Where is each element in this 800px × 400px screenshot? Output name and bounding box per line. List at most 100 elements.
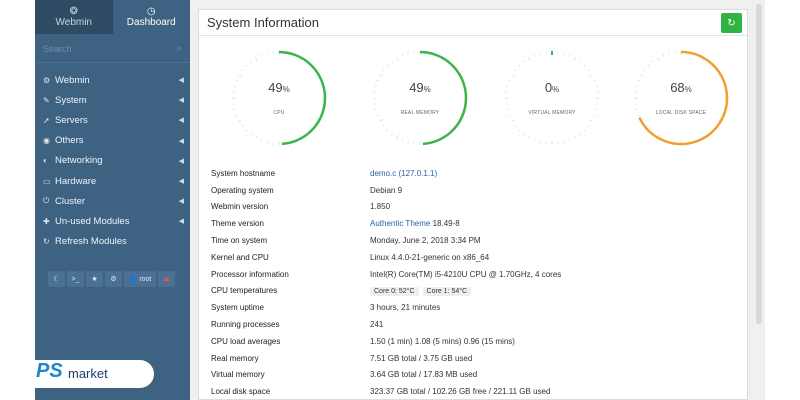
sidebar-item-networking[interactable]: ◐ Networking ◀ xyxy=(35,151,190,171)
sidebar-tabs: ❂ Webmin ◷ Dashboard xyxy=(35,0,190,34)
table-row: Local disk space 323.37 GB total / 102.26… xyxy=(211,383,741,400)
table-row: Running processes 241 xyxy=(211,316,741,333)
gauge-cpu-value: 49 xyxy=(268,80,283,95)
sidebar-item-cluster[interactable]: ⏻ Cluster ◀ xyxy=(35,191,190,211)
star-icon[interactable]: ★ xyxy=(86,271,103,287)
sidebar-item-unused-modules[interactable]: ✚ Un-used Modules ◀ xyxy=(35,211,190,231)
info-value: 3.64 GB total / 17.83 MB used xyxy=(370,370,478,380)
drive-icon: ▭ xyxy=(43,176,51,186)
sidebar-item-system[interactable]: ✎ System ◀ xyxy=(35,90,190,110)
sidebar-item-refresh-modules[interactable]: ↻ Refresh Modules xyxy=(35,232,190,252)
gauge-unit: % xyxy=(423,85,431,94)
refresh-button[interactable]: ↻ xyxy=(721,13,742,33)
gauge-value: 68% xyxy=(631,80,731,95)
sidebar: ❂ Webmin ◷ Dashboard ⌕ ⚙ Webmin ◀ ✎ System ◀… xyxy=(35,0,190,400)
sidebar-item-others[interactable]: ◉ Others ◀ xyxy=(35,131,190,151)
webmin-logo-icon: ❂ xyxy=(69,6,78,17)
gauge-unit: % xyxy=(684,85,692,94)
info-key: Webmin version xyxy=(211,202,269,212)
search-input[interactable] xyxy=(35,35,190,62)
info-key: Kernel and CPU xyxy=(211,252,269,262)
panel-header: System Information ↻ xyxy=(199,10,747,36)
sidebar-bottom-toolbar: ☾ >_ ★ ⚙ 👤 root ⏏ xyxy=(48,271,175,287)
table-row: Kernel and CPU Linux 4.4.0-21-generic on … xyxy=(211,249,741,266)
gauge-virtual-memory-label: VIRTUAL MEMORY xyxy=(528,110,576,116)
uptime-link[interactable]: 3 hours, 21 minutes xyxy=(370,303,440,312)
sidebar-item-servers[interactable]: ➚ Servers ◀ xyxy=(35,110,190,130)
table-row: Real memory 7.51 GB total / 3.75 GB used xyxy=(211,350,741,367)
info-key: Time on system xyxy=(211,236,268,246)
night-mode-icon[interactable]: ☾ xyxy=(48,271,65,287)
page-scrollbar[interactable] xyxy=(756,4,762,324)
sidebar-item-label: Servers xyxy=(55,114,88,126)
chevron-left-icon: ◀ xyxy=(178,218,184,226)
sidebar-item-label: Un-used Modules xyxy=(55,215,130,227)
gauge-cpu: 49% CPU xyxy=(229,48,329,148)
sidebar-item-label: System xyxy=(55,94,87,106)
gauges: 49% CPU 49% REAL MEMORY 0% VIRTUAL MEMOR… xyxy=(199,48,749,158)
logout-icon[interactable]: ⏏ xyxy=(158,271,175,287)
refresh-icon: ↻ xyxy=(43,237,50,247)
page-title: System Information xyxy=(207,15,319,30)
info-key: System uptime xyxy=(211,303,264,313)
gauge-local-disk-space-label: LOCAL DISK SPACE xyxy=(655,110,707,116)
info-key: Processor information xyxy=(211,269,289,279)
gauge-local-disk-space: 68% LOCAL DISK SPACE xyxy=(631,48,731,148)
refresh-icon: ↻ xyxy=(727,17,736,29)
info-value: 1.850 xyxy=(370,202,391,212)
table-row: Theme version Authentic Theme 18.49-8 xyxy=(211,215,741,232)
sidebar-item-label: Others xyxy=(55,135,84,147)
system-information-panel: System Information ↻ 49% CPU 49% REAL ME… xyxy=(198,9,748,400)
table-row: CPU temperatures Core 0: 52°C Core 1: 54°C xyxy=(211,283,741,300)
temp-chip-core1: Core 1: 54°C xyxy=(422,286,472,296)
gauge-unit: % xyxy=(552,85,560,94)
webmin-app: ❂ Webmin ◷ Dashboard ⌕ ⚙ Webmin ◀ ✎ System ◀… xyxy=(35,0,765,400)
sidebar-item-webmin[interactable]: ⚙ Webmin ◀ xyxy=(35,70,190,90)
user-icon: 👤 xyxy=(128,276,138,283)
user-name: root xyxy=(139,275,152,283)
user-button[interactable]: 👤 root xyxy=(124,271,156,287)
sidebar-item-label: Cluster xyxy=(55,195,86,207)
info-value: 1.50 (1 min) 1.08 (5 mins) 0.96 (15 mins… xyxy=(370,336,515,346)
info-key: CPU load averages xyxy=(211,336,281,346)
wrench-icon: ✎ xyxy=(43,95,50,105)
tab-webmin[interactable]: ❂ Webmin xyxy=(35,0,113,34)
theme-version: 18.49-8 xyxy=(432,219,460,229)
gauge-real-memory-value: 49 xyxy=(409,80,424,95)
info-key: Running processes xyxy=(211,320,280,330)
rocket-icon: ➚ xyxy=(43,115,50,125)
sidebar-menu: ⚙ Webmin ◀ ✎ System ◀ ➚ Servers ◀ ◉ Others ◀ ◐ Ne… xyxy=(35,70,190,252)
sidebar-item-label: Hardware xyxy=(55,175,97,187)
sidebar-item-hardware[interactable]: ▭ Hardware ◀ xyxy=(35,171,190,191)
info-key: System hostname xyxy=(211,168,276,178)
table-row: System uptime 3 hours, 21 minutes xyxy=(211,299,741,316)
shield-icon: ◐ xyxy=(43,156,48,166)
gauge-real-memory: 49% REAL MEMORY xyxy=(370,48,470,148)
chevron-left-icon: ◀ xyxy=(178,117,184,125)
gear-icon: ⚙ xyxy=(43,75,51,85)
info-key: Real memory xyxy=(211,353,259,363)
hostname-link[interactable]: demo.c xyxy=(370,169,396,178)
system-info-table: System hostname demo.c (127.0.1.1) Operat… xyxy=(211,165,741,400)
psmarket-watermark: PS market xyxy=(0,356,155,392)
terminal-icon[interactable]: >_ xyxy=(67,271,84,287)
tab-dashboard-label: Dashboard xyxy=(126,17,176,28)
info-value: Linux 4.4.0-21-generic on x86_64 xyxy=(370,252,490,262)
table-row: Virtual memory 3.64 GB total / 17.83 MB u… xyxy=(211,367,741,384)
info-key: Local disk space xyxy=(211,387,271,397)
gauge-value: 49% xyxy=(229,80,329,95)
gauge-virtual-memory: 0% VIRTUAL MEMORY xyxy=(502,48,602,148)
power-icon: ⏻ xyxy=(43,196,50,206)
table-row: Time on system Monday, June 2, 2018 3:34 … xyxy=(211,232,741,249)
chevron-left-icon: ◀ xyxy=(178,137,184,145)
table-row: Processor information Intel(R) Core(TM) i… xyxy=(211,266,741,283)
tab-dashboard[interactable]: ◷ Dashboard xyxy=(112,0,190,34)
settings-icon[interactable]: ⚙ xyxy=(105,271,122,287)
table-row: CPU load averages 1.50 (1 min) 1.08 (5 mi… xyxy=(211,333,741,350)
time-link[interactable]: Monday, June 2, 2018 3:34 PM xyxy=(370,236,481,245)
gauge-real-memory-label: REAL MEMORY xyxy=(400,110,440,116)
processes-link[interactable]: 241 xyxy=(370,320,383,329)
theme-link[interactable]: Authentic Theme xyxy=(370,219,430,228)
info-value: Debian 9 xyxy=(370,185,403,195)
search-icon[interactable]: ⌕ xyxy=(176,43,182,54)
